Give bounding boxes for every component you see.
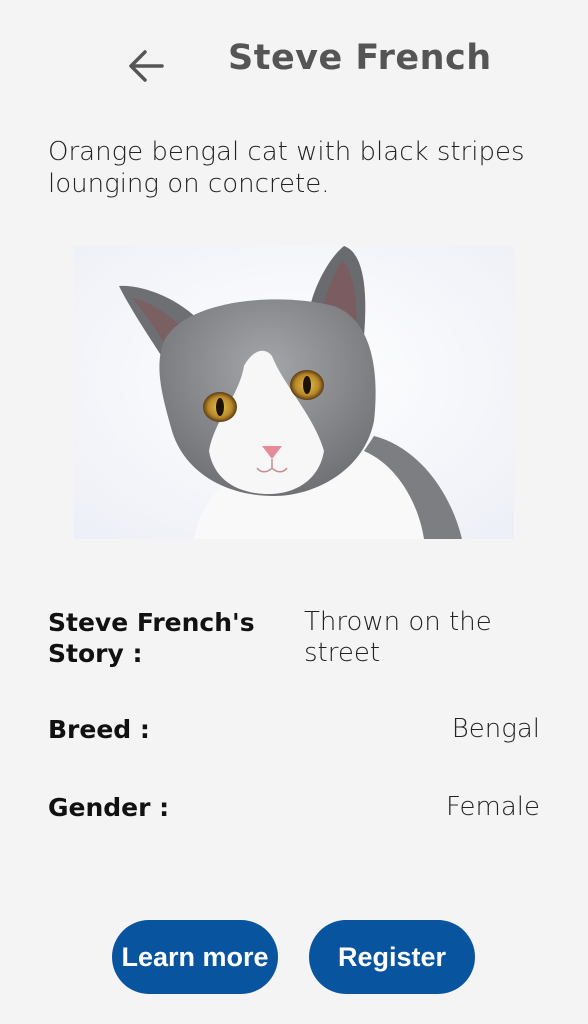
breed-row: Breed : Bengal	[48, 714, 540, 746]
gender-row: Gender : Female	[48, 792, 540, 824]
learn-more-button[interactable]: Learn more	[112, 920, 278, 994]
breed-value: Bengal	[451, 714, 540, 744]
arrow-left-icon	[129, 50, 164, 82]
gender-label: Gender :	[48, 793, 170, 822]
story-value: Thrown on the street	[304, 607, 492, 668]
register-button[interactable]: Register	[309, 920, 475, 994]
breed-label: Breed :	[48, 715, 150, 744]
page-title: Steve French	[228, 38, 492, 78]
story-label: Steve French's Story :	[48, 608, 255, 668]
pet-description: Orange bengal cat with black stripes lou…	[48, 137, 525, 199]
back-button[interactable]	[120, 40, 172, 92]
story-row: Steve French's Story : Thrown on the str…	[48, 607, 540, 671]
app-header: Steve French	[0, 0, 588, 120]
cat-photo	[74, 246, 514, 539]
gender-value: Female	[445, 792, 540, 822]
